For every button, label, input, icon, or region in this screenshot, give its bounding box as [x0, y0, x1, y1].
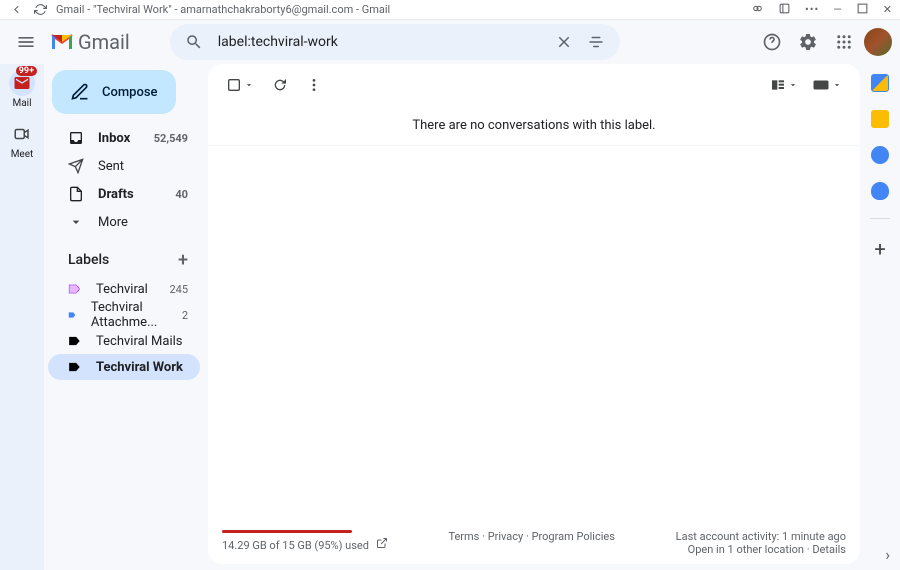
select-checkbox[interactable]: [222, 73, 258, 97]
window-title: Gmail - "Techviral Work" - amarnathchakr…: [56, 3, 390, 16]
rail-divider: [870, 218, 890, 219]
footer-activity: Last account activity: 1 minute ago: [676, 530, 846, 543]
search-icon[interactable]: [178, 26, 210, 58]
add-label-button[interactable]: +: [178, 250, 188, 271]
empty-state-message: There are no conversations with this lab…: [208, 106, 860, 146]
search-options-icon[interactable]: [580, 26, 612, 58]
help-icon[interactable]: [756, 26, 788, 58]
label-name: Techviral Mails: [96, 334, 183, 349]
content-area: There are no conversations with this lab…: [208, 64, 860, 564]
more-actions-button[interactable]: [302, 73, 326, 97]
label-techviral-attachments[interactable]: Techviral Attachme... 2: [48, 302, 200, 328]
label-name: Techviral Work: [96, 360, 183, 375]
storage-bar: [222, 530, 352, 533]
keep-app-icon[interactable]: [871, 110, 889, 128]
footer-locations: Open in 1 other location: [688, 543, 804, 556]
right-side-panel: +: [860, 64, 900, 570]
tasks-app-icon[interactable]: [871, 146, 889, 164]
reading-mode-icon[interactable]: [751, 2, 764, 18]
search-bar[interactable]: [170, 24, 620, 60]
footer-privacy[interactable]: Privacy: [488, 530, 524, 543]
logo-text: Gmail: [78, 30, 130, 54]
rail-mail-label: Mail: [12, 98, 31, 109]
label-techviral-mails[interactable]: Techviral Mails: [48, 328, 200, 354]
search-input[interactable]: [218, 34, 540, 50]
refresh-button[interactable]: [268, 73, 292, 97]
input-tools-toggle[interactable]: [808, 73, 846, 97]
device-icon[interactable]: [778, 2, 791, 18]
nav-drafts-count: 40: [175, 188, 188, 201]
gmail-logo[interactable]: Gmail: [50, 30, 130, 54]
refresh-icon[interactable]: [32, 2, 48, 18]
main-menu-button[interactable]: [4, 20, 48, 64]
split-pane-toggle[interactable]: [766, 73, 802, 97]
nav-inbox-label: Inbox: [98, 131, 130, 146]
label-count: 2: [182, 309, 188, 322]
mail-toolbar: [208, 64, 860, 106]
labels-header: Labels +: [48, 244, 200, 276]
nav-sent[interactable]: Sent: [48, 152, 200, 180]
label-name: Techviral Attachme...: [91, 300, 168, 330]
account-avatar[interactable]: [864, 28, 892, 56]
close-icon[interactable]: ✕: [883, 3, 892, 16]
clear-search-icon[interactable]: [548, 26, 580, 58]
nav-sent-label: Sent: [98, 159, 124, 174]
left-rail: 99+ Mail Meet: [0, 64, 44, 570]
footer-terms[interactable]: Terms: [448, 530, 479, 543]
compose-label: Compose: [102, 85, 158, 100]
sidebar: Compose Inbox 52,549 Sent Drafts 40 More…: [44, 64, 204, 570]
nav-more-label: More: [98, 215, 128, 230]
window-titlebar: Gmail - "Techviral Work" - amarnathchakr…: [0, 0, 900, 20]
rail-meet-label: Meet: [11, 149, 34, 160]
compose-button[interactable]: Compose: [52, 70, 176, 114]
nav-drafts[interactable]: Drafts 40: [48, 180, 200, 208]
settings-icon[interactable]: [792, 26, 824, 58]
storage-external-icon[interactable]: [376, 539, 388, 552]
footer: 14.29 GB of 15 GB (95%) used Terms · Pri…: [222, 526, 846, 556]
contacts-app-icon[interactable]: [871, 182, 889, 200]
rail-meet[interactable]: Meet: [9, 121, 35, 160]
nav-inbox[interactable]: Inbox 52,549: [48, 124, 200, 152]
rail-mail[interactable]: 99+ Mail: [9, 70, 35, 109]
labels-header-text: Labels: [68, 252, 109, 268]
storage-text: 14.29 GB of 15 GB (95%) used: [222, 539, 369, 552]
nav-more[interactable]: More: [48, 208, 200, 236]
footer-details[interactable]: Details: [812, 543, 846, 556]
back-icon[interactable]: [8, 2, 24, 18]
app-header: Gmail: [0, 20, 900, 64]
apps-icon[interactable]: [828, 26, 860, 58]
footer-policies[interactable]: Program Policies: [532, 530, 615, 543]
more-icon[interactable]: •••: [805, 3, 819, 16]
nav-drafts-label: Drafts: [98, 187, 134, 202]
minimize-icon[interactable]: —: [833, 3, 842, 16]
maximize-icon[interactable]: [856, 2, 869, 18]
mail-badge: 99+: [16, 66, 37, 76]
calendar-app-icon[interactable]: [871, 74, 889, 92]
label-techviral[interactable]: Techviral 245: [48, 276, 200, 302]
hide-panel-chevron-icon[interactable]: ›: [885, 545, 890, 564]
label-count: 245: [169, 283, 188, 296]
nav-inbox-count: 52,549: [154, 132, 188, 145]
addons-plus-icon[interactable]: +: [874, 237, 885, 261]
label-techviral-work[interactable]: Techviral Work: [48, 354, 200, 380]
label-name: Techviral: [96, 282, 148, 297]
